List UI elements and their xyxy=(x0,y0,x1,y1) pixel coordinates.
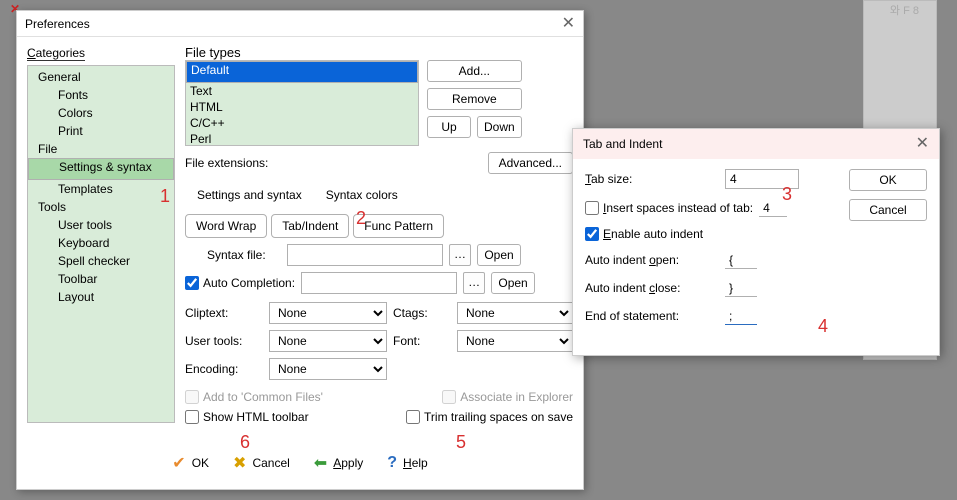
prefs-button-bar: ✔ OK ✖ Cancel ⬅ Apply ? Help xyxy=(17,445,583,481)
trim-trailing-checkbox[interactable]: Trim trailing spaces on save xyxy=(406,410,573,424)
tree-tools[interactable]: Tools xyxy=(28,198,174,216)
font-select[interactable]: None xyxy=(457,330,573,352)
tabdlg-close-icon[interactable]: ✕ xyxy=(916,129,929,159)
filetypes-label: File types xyxy=(185,45,573,60)
syntax-file-browse-button[interactable]: … xyxy=(449,244,471,266)
cliptext-select[interactable]: None xyxy=(269,302,387,324)
file-ext-label: File extensions: xyxy=(185,156,275,170)
encoding-label: Encoding: xyxy=(185,362,263,376)
encoding-select[interactable]: None xyxy=(269,358,387,380)
filetype-item-perl[interactable]: Perl xyxy=(186,131,418,146)
tree-colors[interactable]: Colors xyxy=(28,104,174,122)
tree-settings-syntax[interactable]: Settings & syntax xyxy=(28,158,174,180)
tree-general[interactable]: General xyxy=(28,68,174,86)
auto-completion-open-button[interactable]: Open xyxy=(491,272,535,294)
prefs-title-text: Preferences xyxy=(25,11,90,36)
syntax-file-label: Syntax file: xyxy=(207,248,281,262)
tab-settings-syntax[interactable]: Settings and syntax xyxy=(185,184,314,208)
tabsize-input[interactable] xyxy=(725,169,799,189)
tree-print[interactable]: Print xyxy=(28,122,174,140)
enable-auto-indent-checkbox[interactable]: Enable auto indent xyxy=(585,227,703,241)
auto-completion-input[interactable] xyxy=(301,272,457,294)
font-label: Font: xyxy=(393,334,451,348)
insert-spaces-value[interactable] xyxy=(759,199,787,217)
tabdlg-ok-button[interactable]: OK xyxy=(849,169,927,191)
add-common-checkbox[interactable]: Add to 'Common Files' xyxy=(185,390,323,404)
bg-corner-text: 와 F 8 xyxy=(890,2,919,18)
categories-label: Categories xyxy=(27,45,85,61)
tabindent-button[interactable]: Tab/Indent xyxy=(271,214,349,238)
tree-layout[interactable]: Layout xyxy=(28,288,174,306)
tabdlg-cancel-button[interactable]: Cancel xyxy=(849,199,927,221)
syntax-file-open-button[interactable]: Open xyxy=(477,244,521,266)
auto-completion-browse-button[interactable]: … xyxy=(463,272,485,294)
end-of-statement-input[interactable] xyxy=(725,307,757,325)
close-icon[interactable]: ✕ xyxy=(562,11,575,36)
preferences-window: Preferences ✕ Categories General Fonts C… xyxy=(16,10,584,490)
categories-tree[interactable]: General Fonts Colors Print File Settings… xyxy=(27,65,175,423)
auto-indent-close-input[interactable] xyxy=(725,279,757,297)
tabdlg-title-text: Tab and Indent xyxy=(583,129,662,159)
apply-icon: ⬅ xyxy=(314,453,327,473)
filetype-item-text[interactable]: Text xyxy=(186,83,418,99)
tab-indent-dialog: Tab and Indent ✕ OK Cancel Tab size: Ins… xyxy=(572,128,940,356)
ctags-label: Ctags: xyxy=(393,306,451,320)
tree-fonts[interactable]: Fonts xyxy=(28,86,174,104)
down-button[interactable]: Down xyxy=(477,116,522,138)
usertools-select[interactable]: None xyxy=(269,330,387,352)
advanced-button[interactable]: Advanced... xyxy=(488,152,573,174)
auto-completion-checkbox[interactable]: Auto Completion: xyxy=(185,276,295,290)
tree-file[interactable]: File xyxy=(28,140,174,158)
filetype-item-cpp[interactable]: C/C++ xyxy=(186,115,418,131)
filetype-item-default[interactable]: Default xyxy=(186,61,418,83)
insert-spaces-checkbox[interactable]: Insert spaces instead of tab: xyxy=(585,201,753,215)
prefs-help-button[interactable]: ? Help xyxy=(387,454,427,472)
tree-toolbar[interactable]: Toolbar xyxy=(28,270,174,288)
auto-indent-open-input[interactable] xyxy=(725,251,757,269)
up-button[interactable]: Up xyxy=(427,116,471,138)
auto-indent-close-label: Auto indent close: xyxy=(585,281,715,295)
wordwrap-button[interactable]: Word Wrap xyxy=(185,214,267,238)
syntax-file-input[interactable] xyxy=(287,244,443,266)
tree-user-tools[interactable]: User tools xyxy=(28,216,174,234)
tree-templates[interactable]: Templates xyxy=(28,180,174,198)
associate-explorer-checkbox[interactable]: Associate in Explorer xyxy=(442,390,573,404)
cliptext-label: Cliptext: xyxy=(185,306,263,320)
check-icon: ✔ xyxy=(172,453,185,473)
ctags-select[interactable]: None xyxy=(457,302,573,324)
tree-spell-checker[interactable]: Spell checker xyxy=(28,252,174,270)
tab-syntax-colors[interactable]: Syntax colors xyxy=(314,184,410,208)
cancel-icon: ✖ xyxy=(233,453,246,473)
end-of-statement-label: End of statement: xyxy=(585,309,715,323)
tabsize-label: Tab size: xyxy=(585,172,715,186)
usertools-label: User tools: xyxy=(185,334,263,348)
tabdlg-titlebar: Tab and Indent ✕ xyxy=(573,129,939,159)
funcpattern-button[interactable]: Func Pattern xyxy=(353,214,444,238)
auto-indent-open-label: Auto indent open: xyxy=(585,253,715,267)
tree-keyboard[interactable]: Keyboard xyxy=(28,234,174,252)
help-icon: ? xyxy=(387,454,397,472)
prefs-cancel-button[interactable]: ✖ Cancel xyxy=(233,453,290,473)
filetype-item-html[interactable]: HTML xyxy=(186,99,418,115)
prefs-ok-button[interactable]: ✔ OK xyxy=(172,453,209,473)
remove-button[interactable]: Remove xyxy=(427,88,522,110)
prefs-titlebar: Preferences ✕ xyxy=(17,11,583,37)
show-html-toolbar-checkbox[interactable]: Show HTML toolbar xyxy=(185,410,309,424)
prefs-apply-button[interactable]: ⬅ Apply xyxy=(314,453,363,473)
add-button[interactable]: Add... xyxy=(427,60,522,82)
filetypes-list[interactable]: Default Text HTML C/C++ Perl xyxy=(185,60,419,146)
